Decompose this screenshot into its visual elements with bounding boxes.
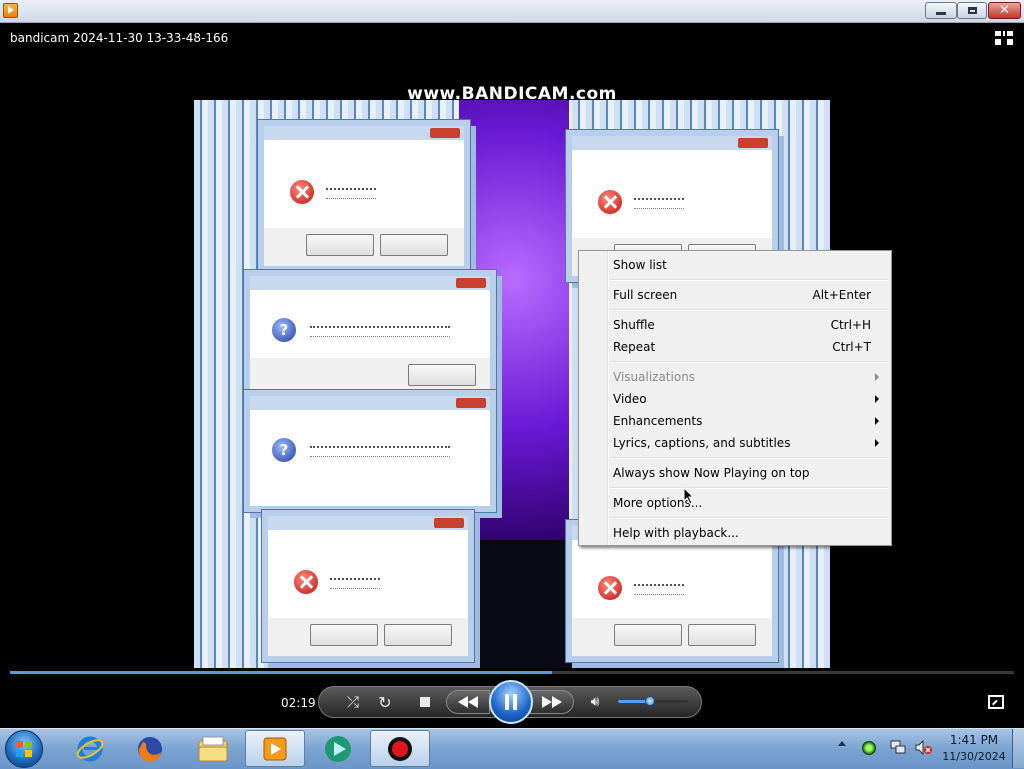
video-question-dialog: ? — [244, 270, 496, 402]
next-icon — [542, 696, 562, 708]
submenu-arrow-icon — [875, 395, 879, 403]
close-button[interactable]: ✕ — [988, 2, 1021, 19]
menu-item-full-screen[interactable]: Full screen Alt+Enter — [581, 284, 889, 306]
pause-icon-right — [513, 694, 517, 710]
menu-item-more-options[interactable]: More options... — [581, 492, 889, 514]
switch-to-library-icon[interactable] — [995, 31, 1013, 45]
menu-item-video[interactable]: Video — [581, 388, 889, 410]
restore-button[interactable] — [957, 2, 987, 19]
internet-explorer-icon — [76, 736, 104, 761]
player-context-menu: Show list Full screen Alt+Enter Shuffle … — [578, 250, 892, 546]
speaker-icon: 🔊︎ — [590, 694, 600, 710]
menu-item-lyrics-captions-subtitles[interactable]: Lyrics, captions, and subtitles — [581, 432, 889, 454]
window-title-bar: ✕ — [0, 0, 1024, 23]
firefox-icon — [138, 736, 162, 762]
close-icon: ✕ — [999, 3, 1010, 18]
previous-button[interactable] — [446, 690, 490, 714]
taskbar-windows-explorer[interactable] — [185, 730, 241, 767]
menu-item-always-on-top[interactable]: Always show Now Playing on top — [581, 462, 889, 484]
folder-icon — [198, 736, 228, 761]
taskbar-media-app[interactable] — [310, 730, 366, 767]
menu-separator — [610, 309, 888, 311]
video-dark-region — [464, 540, 574, 668]
tray-status-icon[interactable] — [862, 741, 876, 755]
repeat-button[interactable]: ↻ — [374, 691, 396, 713]
mouse-pointer-icon — [683, 487, 695, 505]
taskbar-windows-media-player[interactable] — [245, 730, 305, 767]
stop-button[interactable] — [414, 691, 436, 713]
menu-shortcut: Ctrl+H — [830, 318, 871, 332]
seek-bar[interactable] — [10, 671, 1014, 674]
submenu-arrow-icon — [875, 417, 879, 425]
next-button[interactable] — [530, 690, 574, 714]
menu-separator — [610, 487, 888, 489]
menu-separator — [610, 361, 888, 363]
record-icon — [388, 736, 412, 761]
previous-icon — [458, 696, 478, 708]
shuffle-icon: ⤮ — [346, 693, 359, 711]
show-hidden-icons-button[interactable] — [838, 741, 846, 746]
stop-icon — [420, 697, 430, 707]
mute-button[interactable]: 🔊︎ — [584, 691, 606, 713]
network-icon[interactable] — [890, 740, 906, 755]
restore-icon — [967, 7, 977, 14]
show-desktop-button[interactable] — [1012, 729, 1024, 768]
seek-progress — [10, 671, 553, 674]
taskbar-internet-explorer[interactable] — [62, 730, 118, 767]
menu-item-help-with-playback[interactable]: Help with playback... — [581, 522, 889, 544]
shuffle-button[interactable]: ⤮ — [342, 691, 364, 713]
menu-item-visualizations: Visualizations — [581, 366, 889, 388]
taskbar-firefox[interactable] — [122, 730, 178, 767]
menu-shortcut: Alt+Enter — [812, 288, 871, 302]
video-question-dialog: ? — [244, 390, 496, 512]
volume-slider[interactable] — [618, 696, 688, 706]
switch-to-library-button[interactable] — [988, 695, 1004, 709]
start-button[interactable] — [5, 730, 43, 768]
submenu-arrow-icon — [875, 373, 879, 381]
repeat-icon: ↻ — [378, 692, 392, 712]
clock-date[interactable]: 11/30/2024 — [942, 750, 1006, 763]
menu-separator — [610, 279, 888, 281]
pause-icon-left — [505, 694, 509, 710]
media-player-icon — [263, 737, 287, 760]
menu-item-enhancements[interactable]: Enhancements — [581, 410, 889, 432]
video-error-dialog — [262, 510, 474, 662]
now-playing-title: bandicam 2024-11-30 13-33-48-166 — [10, 31, 229, 45]
video-error-dialog — [258, 120, 470, 272]
menu-item-repeat[interactable]: Repeat Ctrl+T — [581, 336, 889, 358]
menu-separator — [610, 457, 888, 459]
submenu-arrow-icon — [875, 439, 879, 447]
menu-shortcut: Ctrl+T — [832, 340, 871, 354]
menu-separator — [610, 517, 888, 519]
taskbar-bandicam[interactable] — [370, 730, 430, 767]
clock-time[interactable]: 1:41 PM — [945, 733, 1003, 747]
elapsed-time: 02:19 — [281, 696, 316, 710]
minimize-button[interactable] — [925, 2, 957, 19]
menu-item-show-list[interactable]: Show list — [581, 254, 889, 276]
minimize-icon — [936, 12, 946, 15]
volume-muted-icon[interactable] — [915, 740, 933, 755]
menu-item-shuffle[interactable]: Shuffle Ctrl+H — [581, 314, 889, 336]
media-player-app-icon[interactable] — [3, 3, 18, 18]
media-app-icon — [325, 735, 351, 762]
play-pause-button[interactable] — [489, 680, 533, 724]
